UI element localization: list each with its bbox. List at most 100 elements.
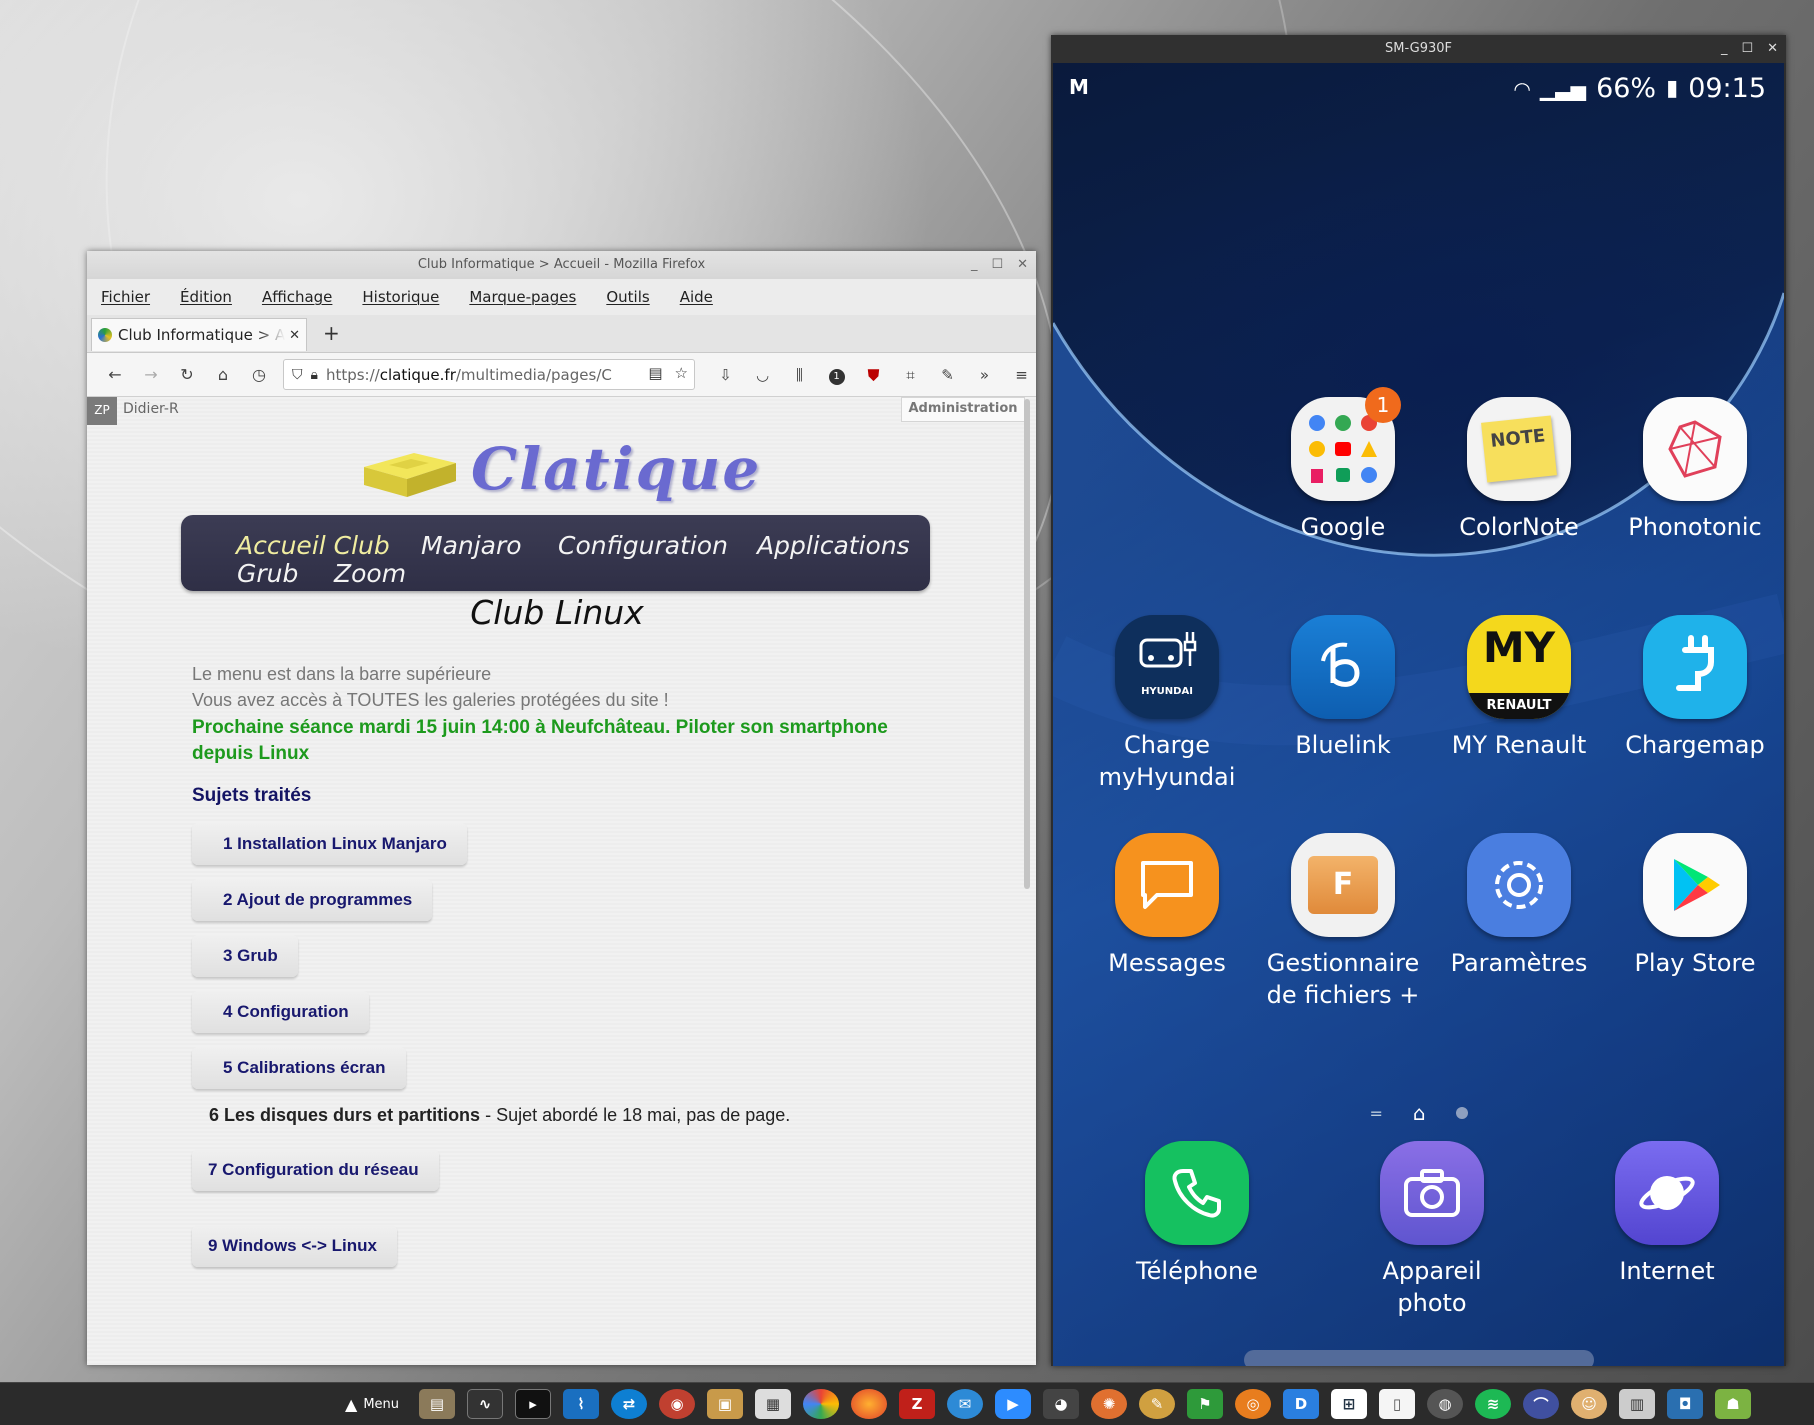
minimize-icon[interactable]: _ (1721, 35, 1728, 63)
topic-button-2[interactable]: 2 Ajout de programmes (192, 879, 433, 921)
zp-badge[interactable]: ZP (87, 397, 117, 425)
filezilla-icon[interactable]: Z (899, 1389, 936, 1419)
nav-configuration[interactable]: Configuration (558, 531, 728, 560)
extension-badge-icon[interactable]: 1 (818, 365, 855, 385)
apps-list-indicator[interactable]: = (1369, 1104, 1382, 1123)
document-icon[interactable]: ▯ (1379, 1389, 1416, 1419)
topic-button-9[interactable]: 9 Windows <-> Linux (192, 1225, 397, 1267)
android-titlebar[interactable]: SM-G930F _ ☐ ✕ (1051, 35, 1786, 63)
teamviewer-icon[interactable]: ⇄ (611, 1389, 648, 1419)
zoom-icon[interactable]: ▶ (995, 1389, 1032, 1419)
menu-fichier[interactable]: Fichier (101, 288, 150, 306)
lock-icon[interactable]: 🔒︎ (311, 367, 318, 383)
nav-grub[interactable]: Grub (237, 559, 298, 588)
topic-button-7[interactable]: 7 Configuration du réseau (192, 1149, 439, 1191)
topic-button-3[interactable]: 3 Grub (192, 935, 298, 977)
android-scrcpy-icon[interactable]: ☗ (1715, 1389, 1752, 1419)
mail-client-icon[interactable]: ✉ (947, 1389, 984, 1419)
menu-aide[interactable]: Aide (680, 288, 713, 306)
network-tool-icon[interactable]: ◉ (659, 1389, 696, 1419)
pocket-save-icon[interactable]: ⇩ (707, 366, 744, 384)
reader-view-icon[interactable]: ▤ (648, 364, 662, 382)
administration-button[interactable]: Administration (901, 397, 1025, 422)
chrome-icon[interactable] (803, 1389, 840, 1419)
world-map-icon[interactable]: ⊞ (1331, 1389, 1368, 1419)
nav-applications[interactable]: Applications (757, 531, 910, 560)
app-phonotonic[interactable]: Phonotonic (1610, 397, 1780, 543)
image-viewer-icon[interactable]: ✺ (1091, 1389, 1128, 1419)
gesture-bar[interactable] (1244, 1350, 1594, 1366)
ublock-icon[interactable]: ⛊ (855, 366, 892, 384)
start-menu-button[interactable]: ▲ Menu (345, 1395, 399, 1414)
monitor-graph-icon[interactable]: ⌇ (563, 1389, 600, 1419)
minimize-icon[interactable]: _ (971, 251, 978, 279)
system-monitor-icon[interactable]: ∿ (467, 1389, 504, 1419)
pocket-icon[interactable]: ◡ (744, 366, 781, 384)
editor-icon[interactable]: D (1283, 1389, 1320, 1419)
user-name[interactable]: Didier-R (123, 401, 179, 417)
site-logo[interactable]: Clatique (359, 435, 759, 507)
forward-icon[interactable]: → (133, 365, 169, 384)
menu-edition[interactable]: Édition (180, 288, 232, 306)
menu-outils[interactable]: Outils (606, 288, 649, 306)
tab-club-informatique[interactable]: Club Informatique > Accueil ✕ (91, 318, 307, 351)
new-tab-button[interactable]: + (323, 321, 340, 345)
scanner-icon[interactable]: ▦ (755, 1389, 792, 1419)
menu-affichage[interactable]: Affichage (262, 288, 332, 306)
firefox-task-icon[interactable] (851, 1389, 888, 1419)
app-parametres[interactable]: Paramètres (1434, 833, 1604, 979)
map-icon[interactable]: ⚑ (1187, 1389, 1224, 1419)
menu-marque-pages[interactable]: Marque-pages (469, 288, 576, 306)
app-colornote[interactable]: NOTE ColorNote (1434, 397, 1604, 543)
dock-internet[interactable]: Internet (1582, 1141, 1752, 1287)
menu-historique[interactable]: Historique (362, 288, 439, 306)
close-icon[interactable]: ✕ (1017, 251, 1028, 279)
app-file-manager[interactable]: F Gestionnaire de fichiers + (1258, 833, 1428, 1011)
shield-icon[interactable]: ⛉ (292, 367, 303, 383)
hamburger-menu-icon[interactable]: ≡ (1003, 366, 1036, 384)
eyedropper-icon[interactable]: ✎ (929, 366, 966, 384)
nav-accueil-club[interactable]: Accueil Club (236, 531, 390, 560)
terminal-icon[interactable]: ▸ (515, 1389, 552, 1419)
paint-icon[interactable]: ✎ (1139, 1389, 1176, 1419)
dock-telephone[interactable]: Téléphone (1112, 1141, 1282, 1287)
blender-icon[interactable]: ◎ (1235, 1389, 1272, 1419)
overflow-icon[interactable]: » (966, 366, 1003, 384)
topic-button-5[interactable]: 5 Calibrations écran (192, 1047, 406, 1089)
firefox-titlebar[interactable]: Club Informatique > Accueil - Mozilla Fi… (87, 251, 1036, 279)
maximize-icon[interactable]: ☐ (1741, 35, 1753, 63)
topic-button-4[interactable]: 4 Configuration (192, 991, 369, 1033)
maximize-icon[interactable]: ☐ (991, 251, 1003, 279)
nav-zoom[interactable]: Zoom (334, 559, 406, 588)
network-icon[interactable]: ◍ (1427, 1389, 1464, 1419)
avatar-app-icon[interactable]: ☺ (1571, 1389, 1608, 1419)
app-play-store[interactable]: Play Store (1610, 833, 1780, 979)
app-charge-myhyundai[interactable]: HYUNDAI Charge myHyundai (1082, 615, 1252, 793)
app-bluelink[interactable]: Bluelink (1258, 615, 1428, 761)
url-bar[interactable]: ⛉ 🔒︎ https://clatique.fr/multimedia/page… (283, 359, 695, 390)
app-chargemap[interactable]: Chargemap (1610, 615, 1780, 761)
topic-button-1[interactable]: 1 Installation Linux Manjaro (192, 823, 467, 865)
app-messages[interactable]: Messages (1082, 833, 1252, 979)
phone-screen[interactable]: M ◜◝ ▁▃▅ 66% ▮ 09:15 1 Google NOTE Color… (1053, 63, 1784, 1366)
nav-manjaro[interactable]: Manjaro (421, 531, 522, 560)
home-icon[interactable]: ⌂ (205, 365, 241, 384)
spotify-icon[interactable]: ≋ (1475, 1389, 1512, 1419)
bookmark-star-icon[interactable]: ☆ (675, 364, 688, 382)
close-icon[interactable]: ✕ (1767, 35, 1778, 63)
library-icon[interactable]: ⫼ (781, 366, 818, 384)
page-dot[interactable] (1455, 1107, 1468, 1119)
home-page-icon[interactable]: ⌂ (1413, 1101, 1426, 1125)
scrollbar[interactable] (1024, 399, 1030, 889)
history-icon[interactable]: ◷ (241, 365, 277, 384)
screenshot-icon[interactable]: ⌗ (892, 366, 929, 384)
package-icon[interactable]: ▣ (707, 1389, 744, 1419)
screenshot-app-icon[interactable]: ◘ (1667, 1389, 1704, 1419)
close-tab-icon[interactable]: ✕ (289, 328, 300, 343)
dock-appareil-photo[interactable]: Appareil photo (1347, 1141, 1517, 1319)
file-manager-task-icon[interactable]: ▤ (419, 1389, 456, 1419)
app-google[interactable]: 1 Google (1258, 387, 1428, 543)
gimp-icon[interactable]: ◕ (1043, 1389, 1080, 1419)
calculator-icon[interactable]: ▥ (1619, 1389, 1656, 1419)
reload-icon[interactable]: ↻ (169, 365, 205, 384)
